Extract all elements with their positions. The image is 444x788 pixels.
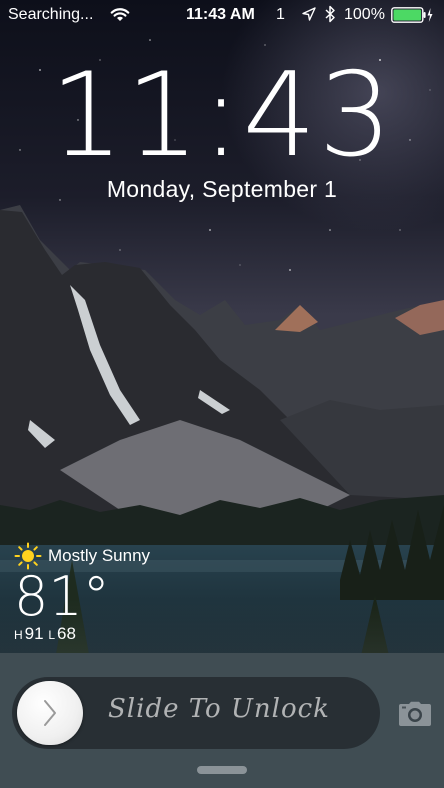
high-value: 91 — [24, 624, 44, 643]
status-time: 11:43 AM — [186, 6, 255, 23]
bluetooth-icon — [325, 5, 335, 23]
weather-temperature: 81° — [14, 565, 110, 628]
lock-screen: Searching... 11:43 AM 1 100% 11:43 Monda… — [0, 0, 444, 788]
battery-percent: 100% — [344, 6, 385, 23]
location-arrow-icon — [302, 7, 316, 21]
wifi-icon — [110, 8, 130, 21]
low-value: 68 — [57, 624, 76, 643]
carrier-label: Searching... — [8, 6, 94, 23]
slide-to-unlock-label: Slide To Unlock — [108, 694, 330, 724]
low-label: L — [48, 628, 56, 642]
weather-high-low: H 91 L 68 — [14, 624, 76, 644]
weather-condition: Mostly Sunny — [48, 546, 151, 565]
battery-icon — [391, 7, 433, 23]
chevron-right-icon — [44, 700, 56, 726]
charging-bolt-icon — [427, 8, 433, 22]
lock-clock: 11:43 — [49, 48, 395, 183]
lock-date: Monday, September 1 — [106, 176, 338, 202]
high-label: H — [14, 628, 23, 642]
control-center-grabber[interactable] — [197, 766, 247, 774]
status-count: 1 — [276, 6, 285, 23]
camera-icon[interactable] — [398, 701, 432, 727]
status-bar: Searching... 11:43 AM 1 100% — [0, 0, 444, 30]
